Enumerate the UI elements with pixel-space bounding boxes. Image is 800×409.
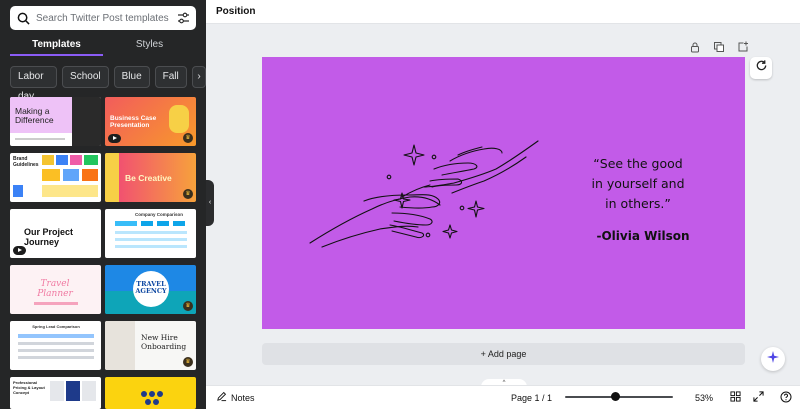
play-icon bbox=[13, 246, 26, 255]
template-title: Professional Pricing & Layout Concept bbox=[13, 380, 45, 395]
refresh-button[interactable] bbox=[750, 57, 772, 79]
category-chips: Labor day School Blue Fall › bbox=[10, 66, 206, 102]
crown-icon: ♛ bbox=[183, 133, 193, 143]
quote-line: in yourself and bbox=[591, 176, 685, 191]
fullscreen-button[interactable] bbox=[753, 386, 764, 409]
chip-fall[interactable]: Fall bbox=[154, 66, 187, 88]
template-business-case[interactable]: Business Case Presentation ♛ bbox=[105, 97, 196, 146]
help-icon bbox=[780, 391, 792, 405]
quote-line: “See the good bbox=[593, 156, 683, 171]
zoom-level[interactable]: 53% bbox=[695, 386, 713, 409]
template-title: Making a Difference bbox=[15, 106, 54, 125]
template-title: Our Project Journey bbox=[24, 227, 74, 247]
quote-text[interactable]: “See the good in yourself and in others.… bbox=[563, 154, 713, 214]
template-be-creative[interactable]: Be Creative ♛ bbox=[105, 153, 196, 202]
template-pricing-layout[interactable]: Professional Pricing & Layout Concept bbox=[10, 377, 101, 409]
top-toolbar: Position bbox=[206, 0, 800, 24]
grid-icon bbox=[730, 391, 741, 404]
template-travel-agency[interactable]: TRAVEL AGENCY ♛ bbox=[105, 265, 196, 314]
quote-line: in others.” bbox=[605, 196, 671, 211]
grid-view-button[interactable] bbox=[730, 386, 741, 409]
collapse-panel-button[interactable]: ‹ bbox=[206, 180, 214, 226]
search-bar[interactable] bbox=[10, 6, 196, 30]
chip-school[interactable]: School bbox=[62, 66, 109, 88]
search-icon bbox=[16, 11, 30, 25]
template-title: Business Case Presentation bbox=[110, 115, 157, 129]
chip-blue[interactable]: Blue bbox=[113, 66, 150, 88]
chevron-right-icon: › bbox=[197, 71, 201, 82]
template-title: New Hire Onboarding bbox=[141, 333, 187, 351]
search-input[interactable] bbox=[30, 12, 176, 24]
crown-icon: ♛ bbox=[183, 301, 193, 311]
add-page-icon[interactable] bbox=[737, 40, 749, 52]
duplicate-icon[interactable] bbox=[713, 40, 725, 52]
lock-icon[interactable] bbox=[689, 40, 701, 53]
templates-panel: Templates Styles Labor day School Blue F… bbox=[0, 0, 206, 409]
crown-icon: ♛ bbox=[183, 357, 193, 367]
page-indicator[interactable]: Page 1 / 1 bbox=[511, 386, 552, 409]
position-button[interactable]: Position bbox=[216, 6, 255, 17]
chip-labor-day[interactable]: Labor day bbox=[10, 66, 58, 102]
fullscreen-icon bbox=[753, 391, 764, 404]
template-title: TRAVEL AGENCY bbox=[135, 280, 167, 295]
page-tools bbox=[689, 40, 749, 53]
notes-icon bbox=[216, 391, 227, 404]
template-our-project-journey[interactable]: Our Project Journey bbox=[10, 209, 101, 258]
template-company-comparison[interactable]: Company Comparison bbox=[105, 209, 196, 258]
template-brand-guidelines[interactable]: Brand Guidelines bbox=[10, 153, 101, 202]
template-making-a-difference[interactable]: Making a Difference bbox=[10, 97, 101, 146]
chips-next-button[interactable]: › bbox=[191, 66, 206, 88]
bottom-bar: Notes Page 1 / 1 53% bbox=[206, 385, 800, 409]
template-title: Spring Lead Comparison bbox=[32, 324, 80, 329]
notes-button[interactable]: Notes bbox=[216, 386, 255, 409]
help-button[interactable] bbox=[780, 386, 792, 409]
add-page-button[interactable]: + Add page bbox=[262, 343, 745, 365]
filter-icon[interactable] bbox=[176, 11, 190, 25]
magic-button[interactable] bbox=[761, 347, 785, 371]
template-new-hire-onboarding[interactable]: New Hire Onboarding ♛ bbox=[105, 321, 196, 370]
template-title: Be Creative bbox=[125, 173, 172, 183]
crown-icon: ♛ bbox=[183, 189, 193, 199]
tab-templates[interactable]: Templates bbox=[10, 34, 103, 56]
refresh-icon bbox=[755, 59, 768, 77]
play-icon bbox=[108, 134, 121, 143]
template-title: Travel Planner bbox=[37, 279, 73, 299]
template-yellow-dots[interactable] bbox=[105, 377, 196, 409]
quote-author[interactable]: -Olivia Wilson bbox=[563, 229, 723, 243]
panel-tabs: Templates Styles bbox=[10, 34, 196, 56]
magic-icon bbox=[766, 350, 780, 369]
tab-styles[interactable]: Styles bbox=[103, 34, 196, 56]
template-title: Company Comparison bbox=[135, 212, 184, 217]
template-travel-planner[interactable]: Travel Planner bbox=[10, 265, 101, 314]
notes-label: Notes bbox=[231, 392, 255, 403]
chevron-left-icon: ‹ bbox=[208, 199, 212, 206]
zoom-slider-handle[interactable] bbox=[611, 392, 620, 401]
template-title: Brand Guidelines bbox=[13, 156, 39, 168]
template-spring-lead-comparison[interactable]: Spring Lead Comparison bbox=[10, 321, 101, 370]
